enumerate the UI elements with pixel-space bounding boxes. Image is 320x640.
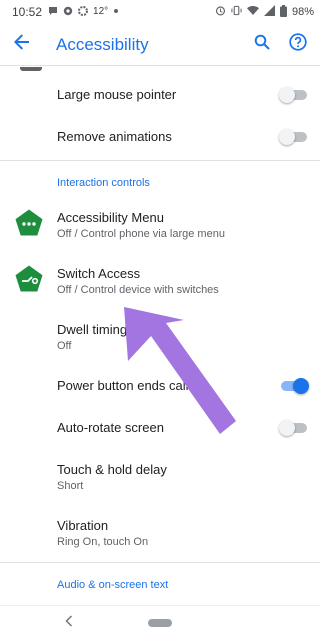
setting-power-button-ends-call[interactable]: Power button ends call: [0, 365, 320, 407]
wifi-icon: [246, 5, 259, 19]
setting-vibration[interactable]: Vibration Ring On, touch On: [0, 510, 320, 556]
setting-touch-hold-delay[interactable]: Touch & hold delay Short: [0, 454, 320, 500]
nav-back-button[interactable]: [62, 615, 76, 631]
battery-percent: 98%: [291, 6, 314, 18]
switch-access-icon: [14, 264, 44, 299]
settings-list: Large mouse pointer Remove animations In…: [0, 67, 320, 605]
power-button-toggle[interactable]: [281, 378, 309, 394]
setting-auto-rotate-screen[interactable]: Auto-rotate screen: [0, 407, 320, 449]
back-button[interactable]: [0, 24, 44, 66]
status-bar: 10:52 12° 98%: [0, 0, 320, 24]
remove-animations-toggle[interactable]: [279, 129, 307, 145]
setting-remove-animations[interactable]: Remove animations: [0, 117, 320, 157]
nav-home-pill[interactable]: [148, 619, 172, 627]
section-header-audio: Audio & on-screen text: [57, 579, 169, 591]
arrow-left-icon: [14, 34, 30, 55]
status-time: 10:52: [12, 5, 43, 19]
help-button[interactable]: [286, 33, 310, 57]
large-pointer-toggle[interactable]: [279, 87, 307, 103]
setting-accessibility-menu[interactable]: Accessibility Menu Off / Control phone v…: [0, 203, 320, 247]
divider: [0, 562, 320, 563]
app-bar: Accessibility: [0, 24, 320, 66]
notification-icons: 12°: [48, 5, 119, 19]
chat-icon: [48, 6, 58, 19]
chevron-left-icon: [65, 614, 73, 632]
search-button[interactable]: [250, 33, 274, 57]
setting-label: Switch Access: [57, 265, 141, 281]
setting-label: Auto-rotate screen: [57, 420, 164, 435]
alarm-icon: [215, 5, 226, 19]
search-icon: [254, 34, 270, 55]
accessibility-menu-icon: [14, 208, 44, 243]
section-header-interaction-controls: Interaction controls: [57, 177, 150, 189]
setting-label: Power button ends call: [57, 378, 189, 393]
setting-summary: Short: [57, 479, 84, 492]
setting-summary: Off / Control device with switches: [57, 283, 219, 296]
divider: [0, 160, 320, 161]
partial-icon: [20, 67, 42, 71]
vibrate-icon: [231, 5, 242, 19]
app-bar-actions: [250, 33, 320, 57]
weather-temperature: 12°: [93, 6, 109, 17]
auto-rotate-toggle[interactable]: [279, 420, 307, 436]
setting-switch-access[interactable]: Switch Access Off / Control device with …: [0, 259, 320, 303]
setting-summary: Ring On, touch On: [57, 535, 149, 548]
signal-icon: [263, 5, 275, 19]
setting-large-mouse-pointer[interactable]: Large mouse pointer: [0, 75, 320, 115]
page-title: Accessibility: [56, 34, 149, 54]
setting-label: Large mouse pointer: [57, 87, 177, 102]
settings-notification-icon: [78, 5, 89, 19]
setting-label: Accessibility Menu: [57, 209, 164, 225]
setting-label: Remove animations: [57, 129, 172, 144]
dot-icon: [113, 7, 119, 17]
navigation-bar: [0, 605, 320, 640]
setting-label: Touch & hold delay: [57, 461, 167, 477]
setting-dwell-timing[interactable]: Dwell timing Off: [0, 315, 320, 359]
battery-icon: [279, 4, 287, 20]
help-circle-icon: [289, 33, 307, 56]
hangouts-icon: [63, 6, 73, 19]
screen: 10:52 12° 98% Accessibility Large mouse …: [0, 0, 320, 640]
setting-label: Dwell timing: [57, 321, 128, 337]
system-icons: 98%: [215, 4, 314, 20]
setting-summary: Off: [57, 339, 72, 352]
setting-summary: Off / Control phone via large menu: [57, 227, 225, 240]
setting-label: Vibration: [57, 517, 109, 533]
